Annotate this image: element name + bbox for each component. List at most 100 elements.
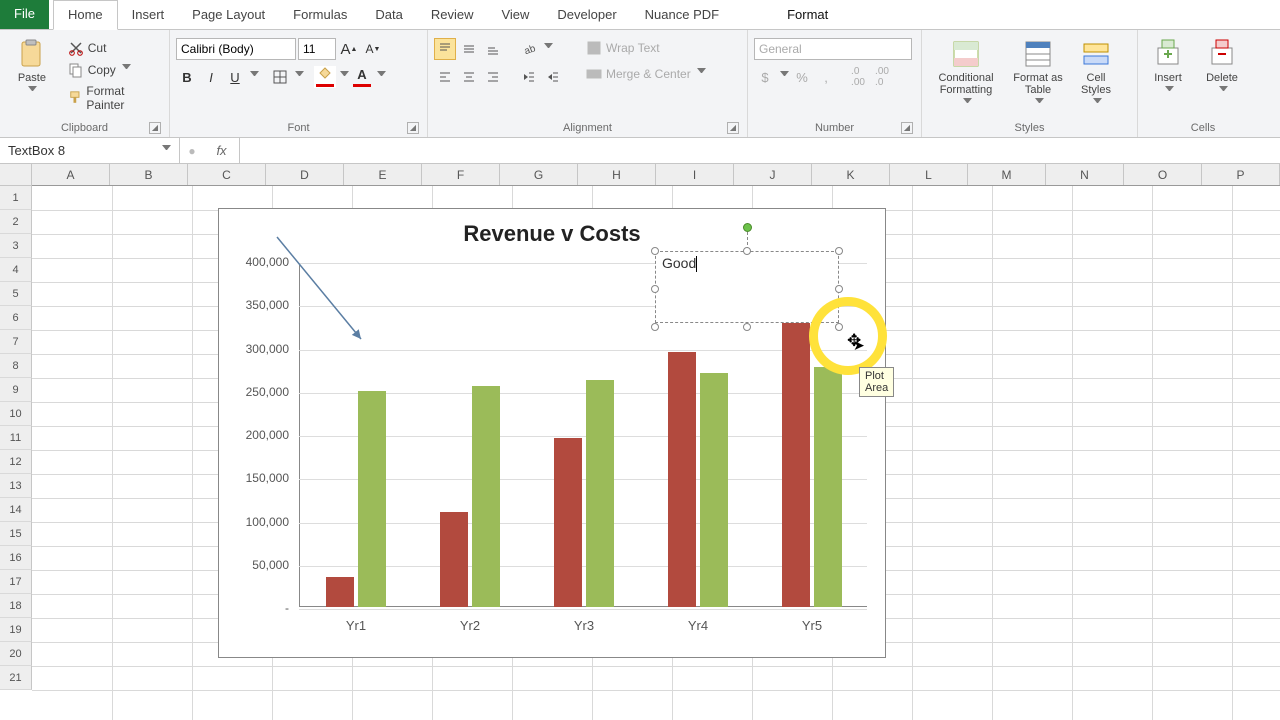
row-17[interactable]: 17 — [0, 570, 32, 594]
bar-costs-yr1[interactable] — [358, 391, 386, 607]
format-as-table-button[interactable]: Format as Table — [1010, 38, 1066, 110]
tab-view[interactable]: View — [487, 0, 543, 29]
row-15[interactable]: 15 — [0, 522, 32, 546]
bar-costs-yr5[interactable] — [814, 367, 842, 607]
handle-nw[interactable] — [651, 247, 659, 255]
row-11[interactable]: 11 — [0, 426, 32, 450]
chart-textbox[interactable]: Good — [655, 251, 839, 323]
col-F[interactable]: F — [422, 164, 500, 185]
bar-revenue-yr3[interactable] — [554, 438, 582, 607]
align-right-button[interactable] — [482, 66, 504, 88]
col-C[interactable]: C — [188, 164, 266, 185]
insert-cells-button[interactable]: Insert — [1144, 38, 1192, 98]
row-5[interactable]: 5 — [0, 282, 32, 306]
bar-revenue-yr5[interactable] — [782, 322, 810, 607]
cell-styles-button[interactable]: Cell Styles — [1072, 38, 1120, 110]
conditional-formatting-button[interactable]: Conditional Formatting — [928, 38, 1004, 110]
worksheet[interactable]: ABCDEFGHIJKLMNOP 12345678910111213141516… — [0, 164, 1280, 720]
formula-input[interactable] — [240, 138, 1280, 163]
row-20[interactable]: 20 — [0, 642, 32, 666]
handle-w[interactable] — [651, 285, 659, 293]
format-painter-button[interactable]: Format Painter — [64, 82, 163, 114]
increase-indent-button[interactable] — [542, 66, 564, 88]
accounting-format-button[interactable]: $ — [754, 66, 776, 88]
row-8[interactable]: 8 — [0, 354, 32, 378]
row-7[interactable]: 7 — [0, 330, 32, 354]
col-J[interactable]: J — [734, 164, 812, 185]
tab-data[interactable]: Data — [361, 0, 416, 29]
col-N[interactable]: N — [1046, 164, 1124, 185]
row-14[interactable]: 14 — [0, 498, 32, 522]
number-launcher-icon[interactable]: ◢ — [901, 122, 913, 134]
number-format-select[interactable] — [754, 38, 912, 60]
row-1[interactable]: 1 — [0, 186, 32, 210]
row-6[interactable]: 6 — [0, 306, 32, 330]
handle-sw[interactable] — [651, 323, 659, 331]
cut-button[interactable]: Cut — [64, 38, 163, 58]
underline-button[interactable]: U — [224, 66, 246, 88]
bar-costs-yr4[interactable] — [700, 373, 728, 607]
grow-font-button[interactable]: A▲ — [338, 38, 360, 60]
bar-revenue-yr4[interactable] — [668, 352, 696, 607]
borders-button[interactable] — [269, 66, 291, 88]
arrow-annotation[interactable] — [269, 229, 379, 349]
name-box[interactable]: TextBox 8 — [0, 138, 180, 163]
row-12[interactable]: 12 — [0, 450, 32, 474]
row-9[interactable]: 9 — [0, 378, 32, 402]
col-D[interactable]: D — [266, 164, 344, 185]
row-3[interactable]: 3 — [0, 234, 32, 258]
tab-file[interactable]: File — [0, 0, 49, 29]
tab-insert[interactable]: Insert — [118, 0, 179, 29]
decrease-decimal-button[interactable]: .00.0 — [871, 66, 893, 88]
col-L[interactable]: L — [890, 164, 968, 185]
bar-revenue-yr2[interactable] — [440, 512, 468, 607]
percent-format-button[interactable]: % — [791, 66, 813, 88]
alignment-launcher-icon[interactable]: ◢ — [727, 122, 739, 134]
col-B[interactable]: B — [110, 164, 188, 185]
column-headers[interactable]: ABCDEFGHIJKLMNOP — [32, 164, 1280, 186]
font-name-select[interactable] — [176, 38, 296, 60]
tab-developer[interactable]: Developer — [543, 0, 630, 29]
align-middle-button[interactable] — [458, 38, 480, 60]
row-21[interactable]: 21 — [0, 666, 32, 690]
font-color-button[interactable]: A — [351, 66, 373, 88]
col-A[interactable]: A — [32, 164, 110, 185]
handle-n[interactable] — [743, 247, 751, 255]
col-I[interactable]: I — [656, 164, 734, 185]
tab-format-context[interactable]: Format — [773, 0, 842, 29]
col-M[interactable]: M — [968, 164, 1046, 185]
col-O[interactable]: O — [1124, 164, 1202, 185]
font-launcher-icon[interactable]: ◢ — [407, 122, 419, 134]
handle-e[interactable] — [835, 285, 843, 293]
copy-button[interactable]: Copy — [64, 60, 163, 80]
row-2[interactable]: 2 — [0, 210, 32, 234]
row-4[interactable]: 4 — [0, 258, 32, 282]
handle-s[interactable] — [743, 323, 751, 331]
bar-costs-yr3[interactable] — [586, 380, 614, 607]
row-10[interactable]: 10 — [0, 402, 32, 426]
tab-review[interactable]: Review — [417, 0, 488, 29]
col-G[interactable]: G — [500, 164, 578, 185]
wrap-text-button[interactable]: Wrap Text — [582, 38, 710, 58]
font-size-select[interactable] — [298, 38, 336, 60]
decrease-indent-button[interactable] — [518, 66, 540, 88]
handle-ne[interactable] — [835, 247, 843, 255]
align-center-button[interactable] — [458, 66, 480, 88]
orientation-button[interactable]: ab — [518, 38, 540, 60]
bold-button[interactable]: B — [176, 66, 198, 88]
col-E[interactable]: E — [344, 164, 422, 185]
fx-icon[interactable]: fx — [204, 138, 240, 163]
tab-nuance-pdf[interactable]: Nuance PDF — [631, 0, 733, 29]
shrink-font-button[interactable]: A▼ — [362, 38, 384, 60]
merge-center-button[interactable]: Merge & Center — [582, 64, 710, 84]
fill-color-button[interactable] — [314, 66, 336, 88]
row-19[interactable]: 19 — [0, 618, 32, 642]
col-H[interactable]: H — [578, 164, 656, 185]
col-P[interactable]: P — [1202, 164, 1280, 185]
row-16[interactable]: 16 — [0, 546, 32, 570]
delete-cells-button[interactable]: Delete — [1198, 38, 1246, 98]
tab-formulas[interactable]: Formulas — [279, 0, 361, 29]
col-K[interactable]: K — [812, 164, 890, 185]
align-top-button[interactable] — [434, 38, 456, 60]
tab-page-layout[interactable]: Page Layout — [178, 0, 279, 29]
